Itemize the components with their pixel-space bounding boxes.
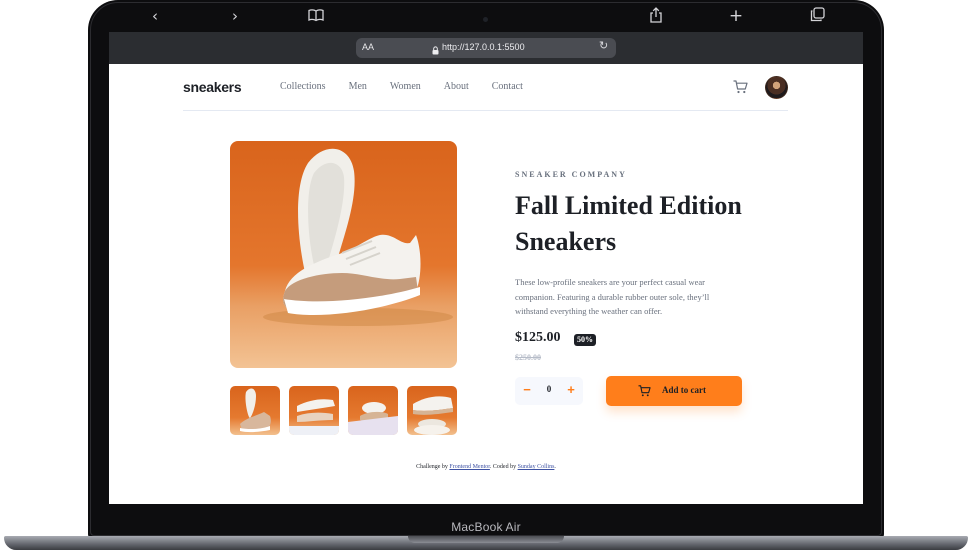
discount-badge: 50% — [574, 334, 596, 346]
author-link[interactable]: Sunday Collins — [518, 464, 555, 470]
add-to-cart-button[interactable]: Add to cart — [606, 376, 742, 406]
quantity-stepper: − 0 + — [515, 377, 583, 405]
attribution-suffix: . — [554, 464, 556, 470]
book-icon[interactable] — [307, 7, 325, 25]
nav-link-contact[interactable]: Contact — [492, 81, 523, 92]
chevron-left-icon[interactable]: ‹ — [146, 7, 164, 25]
cart-icon — [638, 385, 651, 397]
device-label: MacBook Air — [451, 520, 521, 534]
original-price: $250.00 — [515, 353, 541, 362]
lock-icon — [432, 42, 439, 60]
attribution-prefix: Challenge by — [416, 464, 448, 470]
text-size-button[interactable]: AA — [362, 42, 374, 52]
laptop-notch — [408, 536, 564, 543]
product-description: These low-profile sneakers are your perf… — [515, 277, 710, 317]
frontend-mentor-link[interactable]: Frontend Mentor — [449, 464, 490, 470]
header-divider — [183, 110, 788, 111]
quantity-value: 0 — [546, 384, 552, 394]
product-thumbnail-2[interactable] — [289, 386, 339, 435]
cart-icon[interactable] — [733, 80, 748, 94]
increase-quantity-button[interactable]: + — [564, 383, 578, 397]
url-text[interactable]: http://127.0.0.1:5500 — [442, 42, 525, 52]
product-main-image[interactable] — [230, 141, 457, 368]
product-price: $125.00 — [515, 330, 561, 345]
product-thumbnail-1[interactable] — [230, 386, 280, 435]
tabs-icon[interactable] — [808, 7, 826, 25]
nav-link-men[interactable]: Men — [349, 81, 367, 92]
plus-icon[interactable]: + — [727, 7, 745, 25]
nav-link-women[interactable]: Women — [390, 81, 421, 92]
main-nav: Collections Men Women About Contact — [280, 81, 546, 92]
reload-icon[interactable]: ↻ — [599, 39, 608, 52]
decrease-quantity-button[interactable]: − — [520, 383, 534, 397]
product-title: Fall Limited Edition Sneakers — [515, 191, 742, 256]
site-logo[interactable]: sneakers — [183, 79, 242, 95]
add-to-cart-label: Add to cart — [662, 385, 706, 395]
chevron-right-icon[interactable]: › — [226, 7, 244, 25]
product-thumbnail-4[interactable] — [407, 386, 457, 435]
share-icon[interactable] — [647, 7, 665, 25]
camera-dot — [483, 17, 488, 22]
product-thumbnail-3[interactable] — [348, 386, 398, 435]
attribution: Challenge by Frontend Mentor. Coded by S… — [109, 464, 863, 470]
user-avatar[interactable] — [765, 76, 788, 99]
coded-by-text: . Coded by — [489, 464, 517, 470]
nav-link-collections[interactable]: Collections — [280, 81, 326, 92]
nav-link-about[interactable]: About — [444, 81, 469, 92]
web-page: sneakers Collections Men Women About Con… — [109, 64, 863, 504]
product-company: SNEAKER COMPANY — [515, 170, 627, 179]
